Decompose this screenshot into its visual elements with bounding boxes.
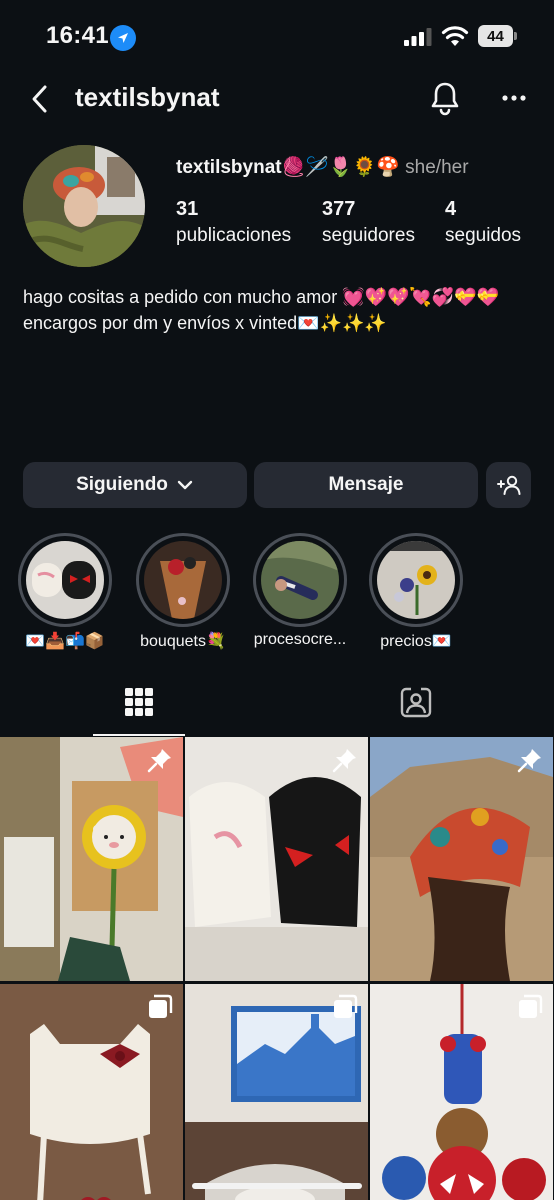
highlight-3[interactable]: procesocre... [253, 533, 347, 648]
suggest-people-button[interactable] [486, 462, 531, 508]
grid-icon [125, 688, 153, 716]
highlight-2[interactable]: bouquets💐 [136, 533, 230, 650]
post-thumbnail[interactable] [185, 737, 368, 981]
bio-line-1: hago cositas a pedido con mucho amor 💓💖💖… [23, 287, 500, 307]
tagged-person-icon [400, 686, 432, 718]
highlight-ring [369, 533, 463, 627]
tab-posts-grid[interactable] [93, 670, 185, 736]
stat-following[interactable]: 4 seguidos [445, 198, 521, 247]
highlight-cover [144, 541, 222, 619]
message-button[interactable]: Mensaje [254, 462, 478, 508]
highlight-cover [377, 541, 455, 619]
highlight-1[interactable]: 💌📥📬📦 [18, 533, 112, 650]
tab-tagged[interactable] [370, 670, 462, 736]
stat-followers-count: 377 [322, 198, 356, 220]
highlight-ring [18, 533, 112, 627]
stat-following-label: seguidos [445, 225, 522, 246]
profile-name-line: textilsbynat🧶🪡🌷🌻🍄 she/her [176, 155, 469, 179]
more-horizontal-icon[interactable] [500, 86, 528, 110]
battery-icon: 44 [478, 25, 518, 47]
wifi-icon [441, 26, 469, 46]
post-thumbnail[interactable] [370, 984, 553, 1200]
message-button-label: Mensaje [328, 474, 404, 495]
highlight-4[interactable]: precios💌 [369, 533, 463, 650]
active-tab-indicator [93, 734, 185, 736]
stat-posts[interactable]: 31 publicaciones [176, 198, 291, 247]
cellular-signal-icon [404, 28, 432, 46]
carousel-icon [519, 994, 543, 1018]
following-button-label: Siguiendo [76, 474, 168, 495]
page-title: textilsbynat [75, 82, 220, 112]
profile-bio: hago cositas a pedido con mucho amor 💓💖💖… [23, 284, 533, 336]
stat-followers[interactable]: 377 seguidores [322, 198, 415, 247]
location-arrow-icon [110, 25, 136, 51]
highlight-label: 💌📥📬📦 [25, 633, 105, 650]
home-indicator[interactable] [192, 1183, 362, 1189]
post-thumbnail[interactable] [0, 984, 183, 1200]
following-button[interactable]: Siguiendo [23, 462, 247, 508]
highlight-label: procesocre... [253, 631, 347, 648]
pin-icon [147, 749, 171, 773]
add-person-icon [496, 475, 520, 495]
post-thumbnail[interactable] [185, 984, 368, 1200]
post-thumbnail[interactable] [370, 737, 553, 981]
highlight-ring [136, 533, 230, 627]
chevron-down-icon [177, 480, 193, 490]
stat-posts-label: publicaciones [176, 225, 292, 246]
status-bar: 16:41 44 [0, 0, 554, 72]
highlight-label: precios💌 [380, 633, 452, 650]
profile-header: textilsbynat [0, 72, 554, 128]
post-thumbnail[interactable] [0, 737, 183, 981]
avatar[interactable] [23, 145, 145, 267]
stat-posts-count: 31 [176, 198, 199, 220]
highlight-label: bouquets💐 [140, 633, 226, 650]
carousel-icon [334, 994, 358, 1018]
content-tabs [0, 670, 554, 736]
bell-icon[interactable] [429, 80, 461, 116]
profile-name-emojis: 🧶🪡🌷🌻🍄 [281, 157, 400, 178]
highlight-ring [253, 533, 347, 627]
carousel-icon [149, 994, 173, 1018]
pin-icon [332, 749, 356, 773]
pin-icon [517, 749, 541, 773]
chevron-left-icon[interactable] [26, 82, 54, 116]
stat-followers-label: seguidores [322, 225, 415, 246]
highlight-cover [26, 541, 104, 619]
profile-pronouns: she/her [405, 157, 469, 178]
battery-level: 44 [478, 25, 513, 47]
profile-username: textilsbynat [176, 157, 282, 178]
status-time: 16:41 [46, 22, 109, 49]
bio-line-2: encargos por dm y envíos x vinted💌✨✨✨ [23, 313, 387, 333]
stat-following-count: 4 [445, 198, 457, 220]
highlight-cover [261, 541, 339, 619]
